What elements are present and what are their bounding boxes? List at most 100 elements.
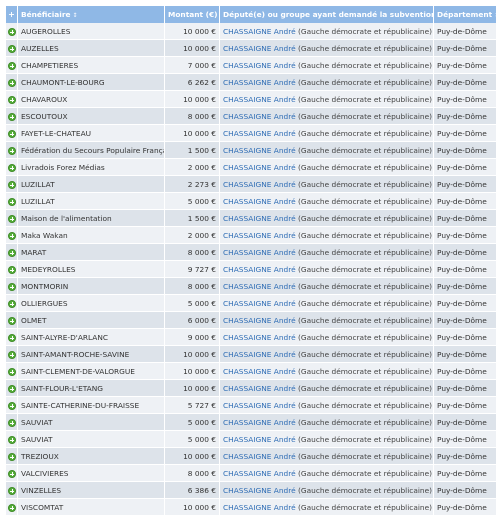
depute-link[interactable]: CHASSAIGNE André (223, 401, 296, 410)
plus-circle-icon[interactable] (7, 44, 16, 53)
table-row[interactable]: SAUVIAT 5 000 € CHASSAIGNE André (Gauche d… (6, 413, 496, 431)
plus-circle-icon[interactable] (7, 146, 16, 155)
table-row[interactable]: SAINT-ALYRE-D'ARLANC 9 000 € CHASSAIGNE An… (6, 328, 496, 346)
row-expand-cell[interactable] (6, 277, 18, 295)
row-expand-cell[interactable] (6, 362, 18, 380)
row-expand-cell[interactable] (6, 158, 18, 176)
table-row[interactable]: SAINT-FLOUR-L'ETANG 10 000 € CHASSAIGNE An… (6, 379, 496, 397)
table-row[interactable]: OLLIERGUES 5 000 € CHASSAIGNE André (Gauch… (6, 294, 496, 312)
depute-link[interactable]: CHASSAIGNE André (223, 129, 296, 138)
table-row[interactable]: CHAMPETIERES 7 000 € CHASSAIGNE André (Gau… (6, 56, 496, 74)
row-expand-cell[interactable] (6, 175, 18, 193)
table-row[interactable]: Livradois Forez Médias 2 000 € CHASSAIGNE … (6, 158, 496, 176)
plus-circle-icon[interactable] (7, 350, 16, 359)
row-expand-cell[interactable] (6, 141, 18, 159)
table-row[interactable]: MARAT 8 000 € CHASSAIGNE André (Gauche dém… (6, 243, 496, 261)
depute-link[interactable]: CHASSAIGNE André (223, 299, 296, 308)
table-row[interactable]: AUZELLES 10 000 € CHASSAIGNE André (Gauche… (6, 39, 496, 57)
row-expand-cell[interactable] (6, 56, 18, 74)
plus-circle-icon[interactable] (7, 333, 16, 342)
plus-circle-icon[interactable] (7, 78, 16, 87)
table-row[interactable]: AUGEROLLES 10 000 € CHASSAIGNE André (Gauc… (6, 23, 496, 40)
depute-link[interactable]: CHASSAIGNE André (223, 231, 296, 240)
table-row[interactable]: Maka Wakan 2 000 € CHASSAIGNE André (Gauch… (6, 226, 496, 244)
depute-link[interactable]: CHASSAIGNE André (223, 27, 296, 36)
row-expand-cell[interactable] (6, 73, 18, 91)
row-expand-cell[interactable] (6, 498, 18, 516)
table-row[interactable]: SAUVIAT 5 000 € CHASSAIGNE André (Gauche d… (6, 430, 496, 448)
table-row[interactable]: VALCIVIERES 8 000 € CHASSAIGNE André (Gauc… (6, 464, 496, 482)
column-header-departement[interactable]: Département↕ (433, 6, 496, 23)
plus-circle-icon[interactable] (7, 61, 16, 70)
depute-link[interactable]: CHASSAIGNE André (223, 333, 296, 342)
depute-link[interactable]: CHASSAIGNE André (223, 78, 296, 87)
table-row[interactable]: Maison de l'alimentation 1 500 € CHASSAIGN… (6, 209, 496, 227)
depute-link[interactable]: CHASSAIGNE André (223, 469, 296, 478)
depute-link[interactable]: CHASSAIGNE André (223, 180, 296, 189)
depute-link[interactable]: CHASSAIGNE André (223, 95, 296, 104)
table-row[interactable]: CHAVAROUX 10 000 € CHASSAIGNE André (Gauch… (6, 90, 496, 108)
table-row[interactable]: TREZIOUX 10 000 € CHASSAIGNE André (Gauche… (6, 447, 496, 465)
column-header-beneficiaire[interactable]: Bénéficiaire ↕ (17, 6, 165, 23)
row-expand-cell[interactable] (6, 124, 18, 142)
row-expand-cell[interactable] (6, 311, 18, 329)
plus-circle-icon[interactable] (7, 367, 16, 376)
plus-circle-icon[interactable] (7, 95, 16, 104)
table-row[interactable]: SAINT-CLEMENT-DE-VALORGUE 10 000 € CHASSAI… (6, 362, 496, 380)
row-expand-cell[interactable] (6, 23, 18, 40)
plus-circle-icon[interactable] (7, 231, 16, 240)
plus-circle-icon[interactable] (7, 248, 16, 257)
row-expand-cell[interactable] (6, 243, 18, 261)
depute-link[interactable]: CHASSAIGNE André (223, 44, 296, 53)
plus-circle-icon[interactable] (7, 418, 16, 427)
row-expand-cell[interactable] (6, 396, 18, 414)
plus-circle-icon[interactable] (7, 282, 16, 291)
plus-circle-icon[interactable] (7, 503, 16, 512)
row-expand-cell[interactable] (6, 90, 18, 108)
depute-link[interactable]: CHASSAIGNE André (223, 112, 296, 121)
depute-link[interactable]: CHASSAIGNE André (223, 350, 296, 359)
expand-all-header[interactable]: + (6, 6, 18, 23)
row-expand-cell[interactable] (6, 464, 18, 482)
depute-link[interactable]: CHASSAIGNE André (223, 146, 296, 155)
row-expand-cell[interactable] (6, 294, 18, 312)
row-expand-cell[interactable] (6, 260, 18, 278)
depute-link[interactable]: CHASSAIGNE André (223, 418, 296, 427)
plus-circle-icon[interactable] (7, 129, 16, 138)
depute-link[interactable]: CHASSAIGNE André (223, 197, 296, 206)
table-row[interactable]: FAYET-LE-CHATEAU 10 000 € CHASSAIGNE André… (6, 124, 496, 142)
depute-link[interactable]: CHASSAIGNE André (223, 486, 296, 495)
plus-circle-icon[interactable] (7, 435, 16, 444)
table-row[interactable]: VINZELLES 6 386 € CHASSAIGNE André (Gauche… (6, 481, 496, 499)
plus-circle-icon[interactable] (7, 265, 16, 274)
depute-link[interactable]: CHASSAIGNE André (223, 282, 296, 291)
row-expand-cell[interactable] (6, 447, 18, 465)
row-expand-cell[interactable] (6, 481, 18, 499)
row-expand-cell[interactable] (6, 328, 18, 346)
table-row[interactable]: SAINT-AMANT-ROCHE-SAVINE 10 000 € CHASSAIG… (6, 345, 496, 363)
row-expand-cell[interactable] (6, 430, 18, 448)
depute-link[interactable]: CHASSAIGNE André (223, 316, 296, 325)
plus-circle-icon[interactable] (7, 214, 16, 223)
table-row[interactable]: OLMET 6 000 € CHASSAIGNE André (Gauche dém… (6, 311, 496, 329)
table-row[interactable]: LUZILLAT 2 273 € CHASSAIGNE André (Gauche … (6, 175, 496, 193)
table-row[interactable]: MONTMORIN 8 000 € CHASSAIGNE André (Gauche… (6, 277, 496, 295)
plus-circle-icon[interactable] (7, 112, 16, 121)
table-row[interactable]: VISCOMTAT 10 000 € CHASSAIGNE André (Gauch… (6, 498, 496, 516)
table-row[interactable]: LUZILLAT 5 000 € CHASSAIGNE André (Gauche … (6, 192, 496, 210)
table-row[interactable]: SAINTE-CATHERINE-DU-FRAISSE 5 727 € CHASSA… (6, 396, 496, 414)
plus-circle-icon[interactable] (7, 469, 16, 478)
plus-circle-icon[interactable] (7, 27, 16, 36)
depute-link[interactable]: CHASSAIGNE André (223, 214, 296, 223)
depute-link[interactable]: CHASSAIGNE André (223, 265, 296, 274)
depute-link[interactable]: CHASSAIGNE André (223, 61, 296, 70)
row-expand-cell[interactable] (6, 192, 18, 210)
plus-circle-icon[interactable] (7, 163, 16, 172)
plus-circle-icon[interactable] (7, 401, 16, 410)
plus-circle-icon[interactable] (7, 197, 16, 206)
row-expand-cell[interactable] (6, 379, 18, 397)
row-expand-cell[interactable] (6, 413, 18, 431)
table-row[interactable]: MEDEYROLLES 9 727 € CHASSAIGNE André (Gauc… (6, 260, 496, 278)
column-header-depute[interactable]: Député(e) ou groupe ayant demandé la sub… (219, 6, 434, 23)
plus-circle-icon[interactable] (7, 299, 16, 308)
